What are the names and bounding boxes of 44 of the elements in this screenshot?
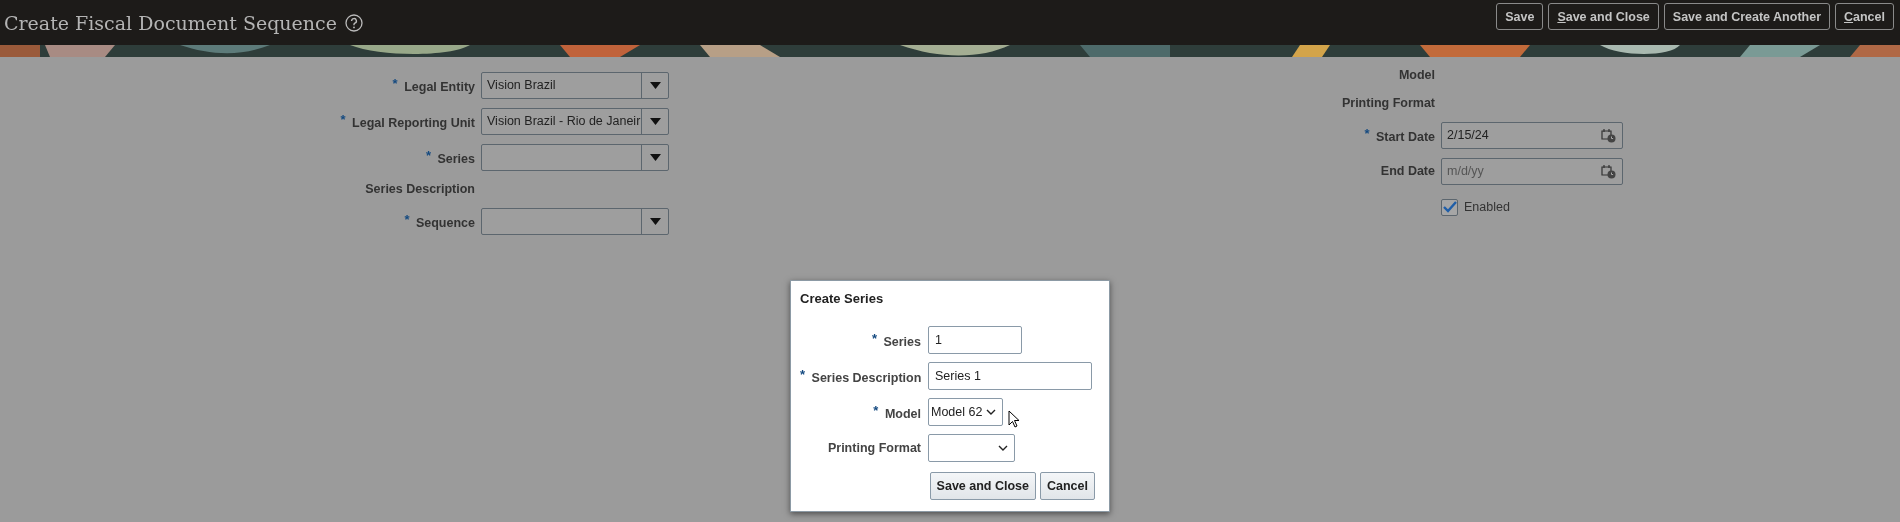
field-label: Legal Entity [404,80,475,94]
checkbox-label: Enabled [1464,200,1510,214]
field-label: Series Description [365,182,475,196]
calendar-icon[interactable] [1601,127,1616,143]
field-label: Series Description [811,371,922,385]
input-field[interactable]: Series 1 [928,362,1092,390]
dialog-button[interactable]: Save and Close [929,472,1036,500]
required-mark: * [871,331,877,346]
header-button[interactable]: Cancel [1835,3,1894,30]
header-button[interactable]: Save and Create Another [1663,3,1830,30]
dropdown[interactable] [928,434,1015,462]
page-title: Create Fiscal Document Sequence [4,11,337,34]
chevron-icon [986,409,996,415]
help-icon[interactable] [344,13,363,32]
date-field[interactable]: 2/15/24 [1441,121,1623,149]
field-label: Start Date [1375,130,1435,144]
combo-box[interactable]: Vision Brazil - Rio de Janeir [481,107,669,135]
input-field[interactable]: 1 [928,326,1022,354]
chevron-icon [998,445,1008,451]
required-mark: * [404,212,410,227]
cursor-icon [1008,410,1020,428]
dropdown[interactable]: Model 62 [928,398,1003,426]
field-label: Model [1398,68,1435,82]
field-label: Printing Format [1341,96,1435,110]
field-label: Printing Format [827,441,921,455]
header-button[interactable]: Save [1496,3,1544,30]
dialog-title: Create Series [800,291,885,306]
required-mark: * [1364,126,1370,141]
field-label: End Date [1380,164,1435,178]
field-label: Model [884,407,921,421]
header-button[interactable]: Save and Close [1548,3,1659,30]
required-mark: * [392,76,398,91]
combo-box[interactable]: Vision Brazil [481,71,669,99]
calendar-icon[interactable] [1601,163,1616,179]
field-label: Sequence [415,216,475,230]
required-mark: * [800,367,806,382]
required-mark: * [340,112,346,127]
field-label: Legal Reporting Unit [352,116,475,130]
required-mark: * [873,403,879,418]
field-label: Series [883,335,921,349]
required-mark: * [425,148,431,163]
field-label: Series [437,152,475,166]
checkbox[interactable] [1441,198,1458,216]
dialog-button[interactable]: Cancel [1040,472,1095,500]
